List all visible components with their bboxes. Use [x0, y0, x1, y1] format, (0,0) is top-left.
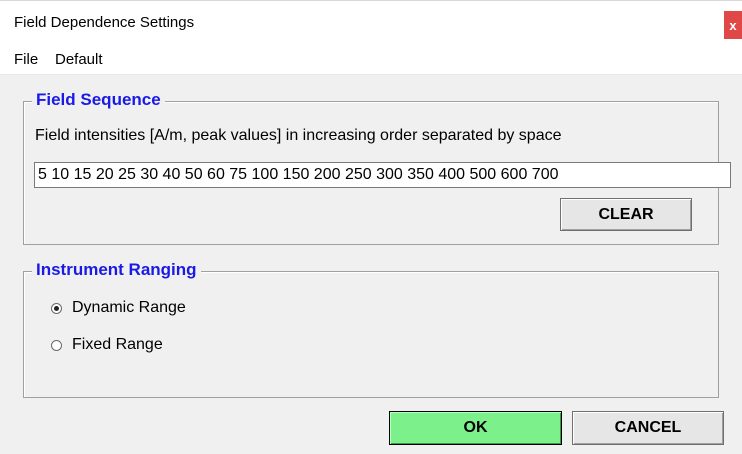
field-sequence-input[interactable] — [34, 162, 731, 188]
dialog-body: Field Sequence Field intensities [A/m, p… — [0, 75, 742, 454]
field-sequence-legend: Field Sequence — [32, 90, 165, 110]
menu-default[interactable]: Default — [55, 51, 103, 68]
title-bar: Field Dependence Settings x — [0, 0, 742, 45]
cancel-button[interactable]: CANCEL — [572, 411, 724, 445]
menu-bar: File Default — [0, 44, 742, 75]
menu-file[interactable]: File — [14, 51, 38, 68]
fixed-range-label: Fixed Range — [72, 336, 163, 353]
clear-button[interactable]: CLEAR — [560, 198, 692, 231]
window-title: Field Dependence Settings — [14, 14, 195, 31]
field-intensities-label: Field intensities [A/m, peak values] in … — [35, 127, 562, 144]
dynamic-range-radio[interactable] — [51, 302, 62, 314]
instrument-ranging-legend: Instrument Ranging — [32, 260, 201, 280]
fixed-range-option[interactable]: Fixed Range — [51, 336, 163, 354]
dynamic-range-option[interactable]: Dynamic Range — [51, 299, 186, 317]
fixed-range-radio[interactable] — [51, 339, 62, 351]
ok-button[interactable]: OK — [389, 411, 562, 445]
close-icon: x — [729, 17, 737, 33]
instrument-ranging-group: Instrument Ranging Dynamic Range Fixed R… — [23, 260, 719, 398]
dynamic-range-label: Dynamic Range — [72, 299, 186, 316]
field-sequence-group: Field Sequence Field intensities [A/m, p… — [23, 90, 731, 245]
close-button[interactable]: x — [724, 11, 742, 39]
radio-selected-dot — [54, 305, 59, 311]
